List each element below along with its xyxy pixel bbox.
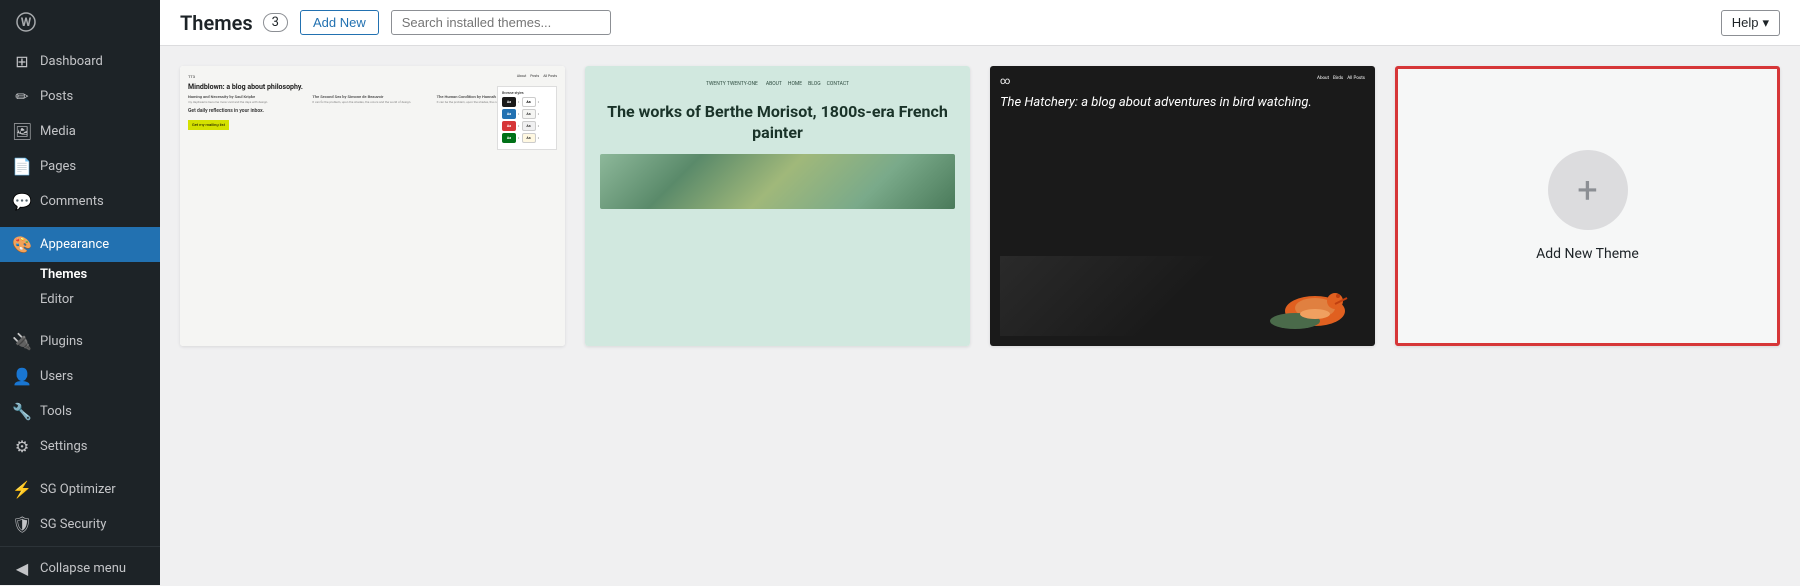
add-new-button[interactable]: Add New [300,10,379,35]
sidebar-item-pages[interactable]: 📄 Pages [0,149,160,184]
collapse-menu-button[interactable]: ◀ Collapse menu [0,551,160,586]
chevron-down-icon: ▾ [1762,15,1769,31]
sidebar-item-comments[interactable]: 💬 Comments [0,184,160,219]
sidebar-item-users[interactable]: 👤 Users [0,359,160,394]
collapse-icon: ◀ [12,559,32,578]
sidebar-item-plugins[interactable]: 🔌 Plugins [0,324,160,359]
sidebar: W ⊞ Dashboard ✏ Posts 🖼 Media 📄 Pages 💬 … [0,0,160,585]
sidebar-item-appearance[interactable]: 🎨 Appearance [0,227,160,262]
theme-card-tt3: TT3 About Posts All Posts Mindblown: a b… [180,66,565,346]
sidebar-item-tools[interactable]: 🔧 Tools [0,394,160,429]
sidebar-item-label: SG Optimizer [40,482,116,497]
main-content: Themes 3 Add New Help ▾ TT3 About [160,0,1800,585]
tt3-navbar: TT3 About Posts All Posts [188,74,557,79]
theme-card-tt2: ∞ About Birds All Posts The Hatchery: a … [990,66,1375,346]
appearance-icon: 🎨 [12,235,32,254]
tt2-bird-area [1000,256,1365,336]
sidebar-item-label: Comments [40,194,104,209]
media-icon: 🖼 [12,122,32,141]
topbar: Themes 3 Add New Help ▾ [160,0,1800,46]
page-title-area: Themes 3 [180,11,288,35]
tt2-navbar: ∞ About Birds All Posts [1000,76,1365,87]
tools-icon: 🔧 [12,402,32,421]
sidebar-item-sg-security[interactable]: 🛡 SG Security [0,507,160,542]
plus-icon: + [1577,169,1597,211]
plugins-icon: 🔌 [12,332,32,351]
sidebar-sub-editor[interactable]: Editor [32,287,160,312]
sidebar-item-label: Settings [40,439,87,454]
tt2-hero-text: The Hatchery: a blog about adventures in… [1000,95,1365,256]
add-new-content: + Add New Theme [1536,150,1639,262]
themes-grid: TT3 About Posts All Posts Mindblown: a b… [180,66,1780,346]
tt1-navbar: TWENTY TWENTY-ONE ABOUT HOME BLOG CONTAC… [600,81,955,87]
sidebar-item-label: Tools [40,404,72,419]
dashboard-icon: ⊞ [12,52,32,71]
topbar-left: Themes 3 Add New [180,10,611,35]
sidebar-item-posts[interactable]: ✏ Posts [0,79,160,114]
sidebar-item-label: Posts [40,89,73,104]
collapse-label: Collapse menu [40,561,126,576]
tt1-hero-text: The works of Berthe Morisot, 1800s-era F… [600,102,955,144]
add-new-theme-card[interactable]: + Add New Theme [1395,66,1780,346]
sidebar-item-media[interactable]: 🖼 Media [0,114,160,149]
users-icon: 👤 [12,367,32,386]
sidebar-item-label: Appearance [40,237,109,252]
sidebar-item-label: Pages [40,159,76,174]
sidebar-item-sg-optimizer[interactable]: ⚡ SG Optimizer [0,472,160,507]
topbar-right: Help ▾ [1721,10,1780,36]
search-input[interactable] [391,10,611,35]
wp-logo: W [0,0,160,44]
settings-icon: ⚙ [12,437,32,456]
sidebar-item-settings[interactable]: ⚙ Settings [0,429,160,464]
sidebar-item-label: Plugins [40,334,83,349]
sidebar-item-label: SG Security [40,517,106,532]
sidebar-item-label: Media [40,124,76,139]
sg-security-icon: 🛡 [12,515,32,534]
tt3-style-switcher: Browse styles Aa ↕ Aa ↕ Aa ↕ Aa ↕ [497,86,557,150]
theme-count-badge: 3 [263,13,288,32]
sg-optimizer-icon: ⚡ [12,480,32,499]
page-title: Themes [180,11,253,35]
add-new-circle: + [1548,150,1628,230]
sidebar-item-dashboard[interactable]: ⊞ Dashboard [0,44,160,79]
themes-content: TT3 About Posts All Posts Mindblown: a b… [160,46,1800,585]
theme-preview-tt3: TT3 About Posts All Posts Mindblown: a b… [180,66,565,346]
appearance-submenu: Themes Editor [0,262,160,316]
sidebar-item-label: Users [40,369,73,384]
bird-illustration [1255,266,1355,336]
help-button[interactable]: Help ▾ [1721,10,1780,36]
svg-text:W: W [21,15,32,29]
theme-card-tt1: TWENTY TWENTY-ONE ABOUT HOME BLOG CONTAC… [585,66,970,346]
sidebar-sub-themes[interactable]: Themes [32,262,160,287]
theme-preview-tt1: TWENTY TWENTY-ONE ABOUT HOME BLOG CONTAC… [585,66,970,346]
sidebar-item-label: Dashboard [40,54,103,69]
posts-icon: ✏ [12,87,32,106]
help-label: Help [1732,15,1759,30]
comments-icon: 💬 [12,192,32,211]
add-new-theme-label: Add New Theme [1536,246,1639,262]
tt1-painting [600,154,955,209]
pages-icon: 📄 [12,157,32,176]
theme-preview-tt2: ∞ About Birds All Posts The Hatchery: a … [990,66,1375,346]
